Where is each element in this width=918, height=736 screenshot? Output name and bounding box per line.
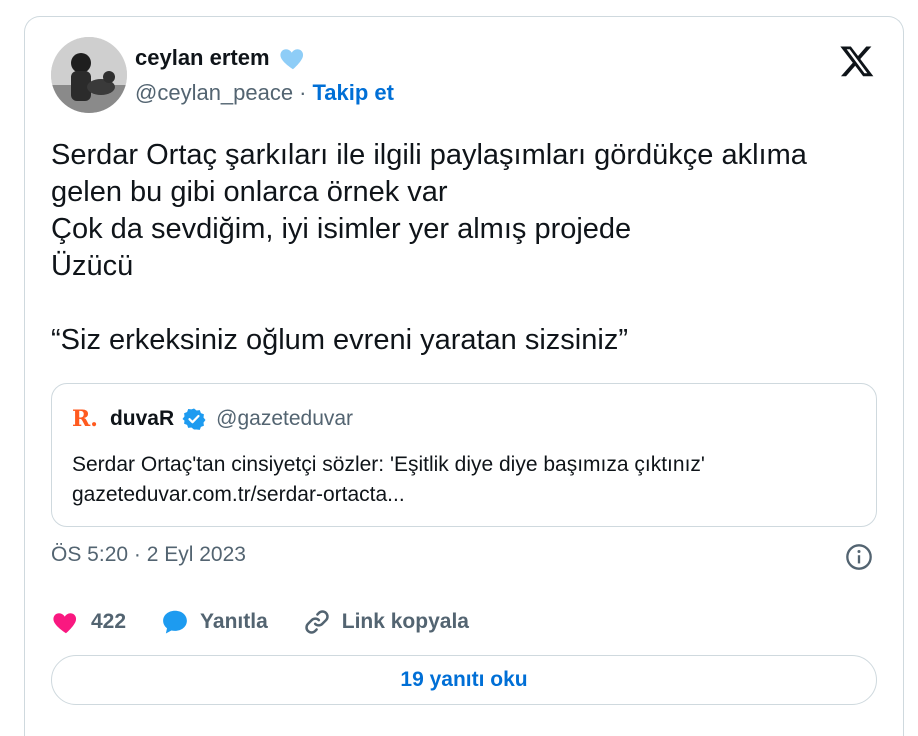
- blue-heart-icon: [278, 43, 308, 73]
- speech-bubble-icon: [160, 607, 190, 637]
- link-icon: [302, 607, 332, 637]
- author-handle[interactable]: @ceylan_peace: [135, 80, 293, 106]
- like-count: 422: [91, 610, 127, 633]
- follow-button[interactable]: Takip et: [312, 80, 394, 106]
- avatar-photo: [51, 37, 127, 113]
- read-replies-button[interactable]: 19 yanıtı oku: [51, 655, 877, 705]
- info-icon[interactable]: [845, 543, 873, 571]
- quote-author-handle: @gazeteduvar: [216, 407, 354, 430]
- display-name[interactable]: ceylan ertem: [135, 45, 270, 71]
- quote-link[interactable]: gazeteduvar.com.tr/serdar-ortacta...: [72, 480, 705, 510]
- tweet-text: Serdar Ortaç şarkıları ile ilgili paylaş…: [51, 139, 807, 356]
- reply-button[interactable]: Yanıtla: [160, 607, 268, 637]
- author-name-row: ceylan ertem: [135, 43, 308, 73]
- copy-link-label: Link kopyala: [341, 610, 469, 633]
- quote-body: Serdar Ortaç'tan cinsiyetçi sözler: 'Eşi…: [72, 450, 705, 510]
- heart-icon: [51, 607, 81, 637]
- tweet-card: ceylan ertem @ceylan_peace · Takip et Se…: [24, 16, 904, 736]
- verified-badge-icon: [182, 407, 206, 431]
- avatar[interactable]: [51, 37, 127, 113]
- duvar-logo: R.: [72, 406, 98, 432]
- reply-label: Yanıtla: [200, 610, 268, 633]
- tweet-timestamp[interactable]: ÖS 5:20 · 2 Eyl 2023: [51, 543, 246, 567]
- quoted-tweet[interactable]: R. duvaR @gazeteduvar Serdar Ortaç'tan c…: [51, 383, 877, 527]
- x-logo-icon[interactable]: [839, 43, 875, 79]
- like-button[interactable]: 422: [51, 607, 126, 637]
- quote-author-name: duvaR: [109, 407, 175, 430]
- action-bar: 422 Yanıtla Link kopyala: [51, 607, 503, 637]
- author-handle-row: @ceylan_peace · Takip et: [135, 80, 394, 106]
- separator-dot: ·: [299, 80, 307, 105]
- quote-headline: Serdar Ortaç'tan cinsiyetçi sözler: 'Eşi…: [72, 453, 705, 476]
- quote-header: R. duvaR @gazeteduvar: [72, 406, 353, 432]
- copy-link-button[interactable]: Link kopyala: [302, 607, 469, 637]
